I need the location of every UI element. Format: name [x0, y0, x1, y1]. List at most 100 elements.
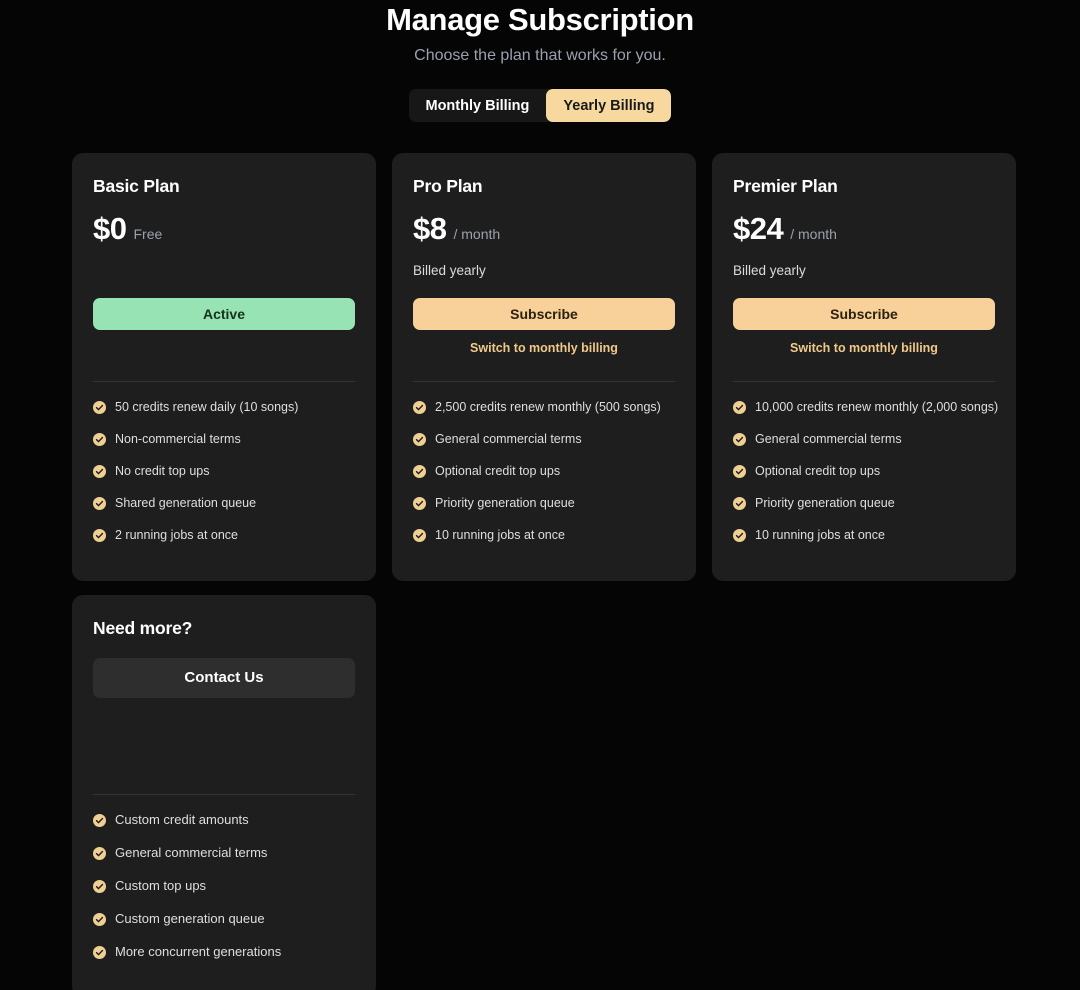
feature-list-contact: Custom credit amounts General commercial…: [93, 812, 355, 960]
check-circle-icon: [733, 529, 746, 542]
list-item: General commercial terms: [413, 431, 675, 447]
check-circle-icon: [93, 946, 106, 959]
plan-name: Premier Plan: [733, 175, 995, 197]
price-row: $24 / month: [733, 212, 995, 246]
contact-us-button[interactable]: Contact Us: [93, 658, 355, 698]
feature-text: 10,000 credits renew monthly (2,000 song…: [755, 399, 998, 415]
tab-yearly-billing[interactable]: Yearly Billing: [546, 89, 671, 122]
check-circle-icon: [733, 465, 746, 478]
feature-text: No credit top ups: [115, 463, 210, 479]
feature-text: Custom generation queue: [115, 911, 265, 927]
list-item: Non-commercial terms: [93, 431, 355, 447]
list-item: 2 running jobs at once: [93, 527, 355, 543]
check-circle-icon: [93, 465, 106, 478]
check-circle-icon: [733, 401, 746, 414]
feature-list-basic: 50 credits renew daily (10 songs) Non-co…: [93, 399, 355, 543]
contact-card-title: Need more?: [93, 617, 355, 639]
list-item: General commercial terms: [733, 431, 995, 447]
plan-cta-subscribe[interactable]: Subscribe: [413, 298, 675, 330]
page-title: Manage Subscription: [0, 0, 1080, 38]
feature-text: Optional credit top ups: [435, 463, 560, 479]
feature-text: More concurrent generations: [115, 944, 281, 960]
list-item: 10 running jobs at once: [733, 527, 995, 543]
list-item: No credit top ups: [93, 463, 355, 479]
plan-card-basic[interactable]: Basic Plan $0 Free Active 50 credits ren…: [72, 153, 376, 581]
contact-row: Need more? Contact Us Custom credit amou…: [72, 581, 1016, 990]
check-circle-icon: [93, 847, 106, 860]
feature-text: 10 running jobs at once: [755, 527, 885, 543]
price-row: $0 Free: [93, 212, 355, 246]
plan-grid: Basic Plan $0 Free Active 50 credits ren…: [72, 153, 1016, 990]
plan-name: Basic Plan: [93, 175, 355, 197]
check-circle-icon: [93, 814, 106, 827]
list-item: Custom generation queue: [93, 911, 355, 927]
cta-row: Active: [93, 298, 355, 356]
check-circle-icon: [413, 433, 426, 446]
list-item: 2,500 credits renew monthly (500 songs): [413, 399, 675, 415]
feature-text: Priority generation queue: [755, 495, 895, 511]
check-circle-icon: [733, 497, 746, 510]
plan-price: $24: [733, 212, 783, 246]
page-subtitle: Choose the plan that works for you.: [0, 46, 1080, 66]
plan-price-unit: / month: [453, 224, 500, 244]
plan-card-premier[interactable]: Premier Plan $24 / month Billed yearly S…: [712, 153, 1016, 581]
plan-price-unit: Free: [133, 224, 162, 244]
card-divider: [413, 381, 675, 382]
feature-text: Priority generation queue: [435, 495, 575, 511]
cta-row: Subscribe Switch to monthly billing: [413, 298, 675, 356]
feature-list-premier: 10,000 credits renew monthly (2,000 song…: [733, 399, 995, 543]
check-circle-icon: [413, 401, 426, 414]
check-circle-icon: [93, 497, 106, 510]
feature-text: General commercial terms: [115, 845, 267, 861]
plan-name: Pro Plan: [413, 175, 675, 197]
list-item: Priority generation queue: [413, 495, 675, 511]
check-circle-icon: [413, 529, 426, 542]
feature-text: Optional credit top ups: [755, 463, 880, 479]
feature-text: General commercial terms: [435, 431, 582, 447]
billed-note: Billed yearly: [733, 262, 995, 280]
switch-billing-link[interactable]: Switch to monthly billing: [733, 340, 995, 356]
plan-cta-subscribe[interactable]: Subscribe: [733, 298, 995, 330]
card-divider: [93, 794, 355, 795]
list-item: Optional credit top ups: [413, 463, 675, 479]
check-circle-icon: [93, 401, 106, 414]
plan-card-pro[interactable]: Pro Plan $8 / month Billed yearly Subscr…: [392, 153, 696, 581]
check-circle-icon: [93, 433, 106, 446]
check-circle-icon: [733, 433, 746, 446]
list-item: Custom top ups: [93, 878, 355, 894]
feature-list-pro: 2,500 credits renew monthly (500 songs) …: [413, 399, 675, 543]
feature-text: Shared generation queue: [115, 495, 256, 511]
list-item: Priority generation queue: [733, 495, 995, 511]
tab-monthly-billing[interactable]: Monthly Billing: [409, 89, 547, 122]
list-item: General commercial terms: [93, 845, 355, 861]
feature-text: 10 running jobs at once: [435, 527, 565, 543]
list-item: Optional credit top ups: [733, 463, 995, 479]
check-circle-icon: [93, 529, 106, 542]
check-circle-icon: [93, 880, 106, 893]
card-divider: [93, 381, 355, 382]
check-circle-icon: [413, 465, 426, 478]
contact-cta-row: Contact Us: [93, 658, 355, 698]
plan-price: $8: [413, 212, 446, 246]
billing-toggle[interactable]: Monthly Billing Yearly Billing: [409, 89, 672, 122]
manage-subscription-page: Manage Subscription Choose the plan that…: [0, 0, 1080, 990]
feature-text: Non-commercial terms: [115, 431, 241, 447]
contact-card[interactable]: Need more? Contact Us Custom credit amou…: [72, 595, 376, 990]
feature-text: 2,500 credits renew monthly (500 songs): [435, 399, 661, 415]
feature-text: General commercial terms: [755, 431, 902, 447]
card-divider: [733, 381, 995, 382]
feature-text: 2 running jobs at once: [115, 527, 238, 543]
price-row: $8 / month: [413, 212, 675, 246]
switch-billing-link[interactable]: Switch to monthly billing: [413, 340, 675, 356]
billed-note: Billed yearly: [413, 262, 675, 280]
feature-text: 50 credits renew daily (10 songs): [115, 399, 298, 415]
plan-cta-active[interactable]: Active: [93, 298, 355, 330]
plan-price: $0: [93, 212, 126, 246]
list-item: Custom credit amounts: [93, 812, 355, 828]
list-item: 10 running jobs at once: [413, 527, 675, 543]
list-item: 10,000 credits renew monthly (2,000 song…: [733, 399, 995, 415]
list-item: More concurrent generations: [93, 944, 355, 960]
check-circle-icon: [413, 497, 426, 510]
billing-toggle-wrap: Monthly Billing Yearly Billing: [0, 89, 1080, 122]
plan-row: Basic Plan $0 Free Active 50 credits ren…: [72, 153, 1016, 581]
